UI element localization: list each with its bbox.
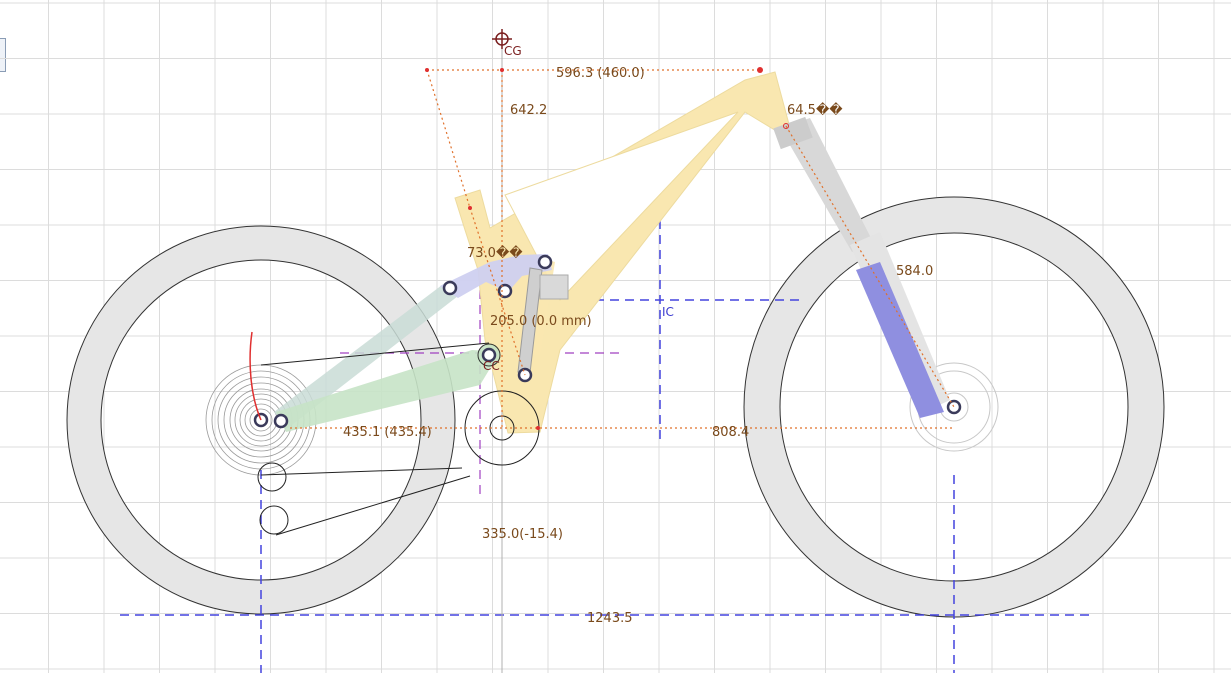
dim-chainstay: 435.1 (435.4) — [343, 425, 432, 440]
cc-label: CC — [483, 359, 500, 373]
dim-head-angle: 64.5�� — [787, 101, 843, 118]
ic-label: IC — [662, 305, 674, 319]
front-axle-pivot — [946, 399, 962, 415]
cg-label: CG — [504, 44, 522, 58]
dropout-pivot — [273, 413, 289, 429]
seatstay-rocker-pivot — [442, 280, 458, 296]
dim-wheelbase: 1243.5 — [587, 611, 633, 626]
bike-geometry-canvas[interactable]: CG IC CC 596.3 (460.0) 642.2 64.5�� 73.0… — [0, 0, 1231, 673]
dim-shock: 205.0 (0.0 mm) — [490, 314, 592, 329]
dim-top-length: 596.3 (460.0) — [556, 66, 645, 81]
shock-upper-pivot — [537, 254, 553, 270]
dim-bb-height: 335.0(-15.4) — [482, 527, 563, 542]
dim-fork-length: 584.0 — [896, 264, 933, 279]
dim-stack: 642.2 — [510, 103, 547, 118]
dim-front-center: 808.4 — [712, 425, 749, 440]
main-rocker-pivot — [497, 283, 513, 299]
dim-seat-angle: 73.0�� — [467, 244, 523, 261]
